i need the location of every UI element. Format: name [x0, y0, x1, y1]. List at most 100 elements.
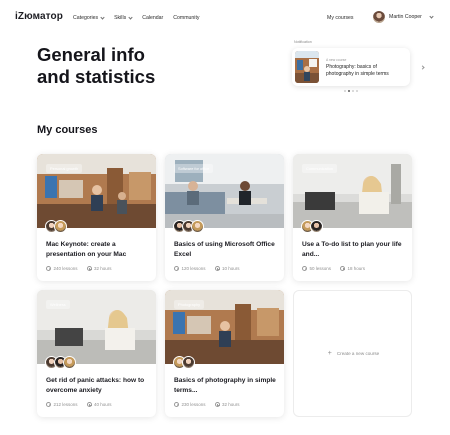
- lessons-text: 212 lessons: [53, 402, 78, 407]
- create-course-card[interactable]: + Create a new course: [293, 290, 412, 417]
- hours-count: 32 hours: [86, 266, 112, 271]
- play-icon: [46, 266, 51, 271]
- author-avatars: [45, 356, 76, 369]
- avatar: [63, 356, 76, 369]
- author-avatars: [301, 220, 323, 233]
- section-title: My courses: [37, 124, 98, 136]
- carousel-dot[interactable]: [356, 90, 358, 92]
- clock-icon: [340, 266, 346, 271]
- lessons-count: 240 lessons: [46, 266, 78, 271]
- user-menu[interactable]: Martin Cooper: [373, 11, 434, 23]
- avatar: [373, 11, 385, 23]
- chevron-down-icon: [100, 15, 105, 20]
- course-card[interactable]: Wellness Get rid of panic attacks: how t…: [37, 290, 156, 417]
- notification-subtitle: A new course: [326, 58, 347, 62]
- my-courses-link[interactable]: My courses: [327, 15, 354, 21]
- play-icon: [174, 402, 179, 407]
- menu-skills-label: Skills: [114, 15, 127, 21]
- hours-text: 18 hours: [347, 266, 366, 271]
- carousel-dot[interactable]: [344, 90, 346, 92]
- lessons-count: 120 lessons: [174, 266, 206, 271]
- course-image: Communication: [293, 154, 412, 228]
- course-image: Photography: [165, 290, 284, 364]
- clock-icon: [86, 402, 92, 407]
- clock-icon: [86, 266, 92, 271]
- course-card[interactable]: Software for office Basics of using Micr…: [165, 154, 284, 281]
- course-title[interactable]: Get rid of panic attacks: how to overcom…: [46, 376, 150, 395]
- avatar: [182, 356, 195, 369]
- course-title[interactable]: Basics of using Microsoft Office Excel: [174, 240, 278, 259]
- carousel-dots: [344, 90, 358, 92]
- logo[interactable]: iZюматор: [15, 11, 63, 22]
- course-title[interactable]: Basics of photography in simple terms...: [174, 376, 278, 395]
- lessons-count: 230 lessons: [174, 402, 206, 407]
- notification-thumbnail: [295, 51, 319, 83]
- menu-categories-label: Categories: [73, 15, 99, 21]
- menu-skills[interactable]: Skills: [114, 15, 133, 21]
- course-image: Wellness: [37, 290, 156, 364]
- create-course-label: Create a new course: [336, 351, 380, 356]
- hours-count: 10 hours: [214, 266, 240, 271]
- course-meta: 50 lessons 18 hours: [302, 266, 365, 271]
- create-course-button[interactable]: + Create a new course: [294, 350, 413, 357]
- notification-label: Notification: [294, 40, 312, 44]
- play-icon: [46, 402, 51, 407]
- menu-categories[interactable]: Categories: [73, 15, 105, 21]
- course-image: Software for office: [165, 154, 284, 228]
- lessons-count: 50 lessons: [302, 266, 331, 271]
- lessons-text: 240 lessons: [53, 266, 78, 271]
- course-card[interactable]: Personal growth Mac Keynote: create a pr…: [37, 154, 156, 281]
- avatar: [191, 220, 204, 233]
- course-card[interactable]: Photography Basics of photography in sim…: [165, 290, 284, 417]
- play-icon: [174, 266, 179, 271]
- menu-calendar-label: Calendar: [142, 15, 164, 21]
- author-avatars: [45, 220, 67, 233]
- course-meta: 240 lessons 32 hours: [46, 266, 112, 271]
- page-title: General info and statistics: [37, 44, 155, 88]
- notification-text: Photography: basics of photography in si…: [326, 64, 389, 77]
- page-title-line2: and statistics: [37, 66, 156, 87]
- avatar: [54, 220, 67, 233]
- author-avatars: [173, 356, 195, 369]
- category-tag: Communication: [302, 164, 338, 173]
- course-title[interactable]: Mac Keynote: create a presentation on yo…: [46, 240, 150, 259]
- play-icon: [302, 266, 307, 271]
- menu-community[interactable]: Community: [173, 15, 199, 21]
- page-title-line1: General info: [37, 44, 145, 65]
- lessons-text: 230 lessons: [181, 402, 206, 407]
- lessons-count: 212 lessons: [46, 402, 78, 407]
- category-tag: Personal growth: [46, 164, 83, 173]
- hours-count: 32 hours: [214, 402, 240, 407]
- main-menu: Categories Skills Calendar Community: [73, 15, 200, 21]
- menu-community-label: Community: [173, 15, 200, 21]
- carousel-dot-active[interactable]: [348, 90, 350, 92]
- avatar: [310, 220, 323, 233]
- course-meta: 212 lessons 40 hours: [46, 402, 112, 407]
- chevron-down-icon: [429, 14, 434, 19]
- top-navigation: iZюматор Categories Skills Calendar Comm…: [0, 0, 450, 36]
- menu-calendar[interactable]: Calendar: [142, 15, 163, 21]
- category-tag: Photography: [174, 300, 205, 309]
- lessons-text: 50 lessons: [309, 266, 332, 271]
- clock-icon: [214, 402, 220, 407]
- user-name: Martin Cooper: [389, 14, 422, 20]
- course-image: Personal growth: [37, 154, 156, 228]
- course-meta: 230 lessons 32 hours: [174, 402, 240, 407]
- clock-icon: [214, 266, 220, 271]
- hours-text: 32 hours: [94, 266, 112, 271]
- chevron-right-icon[interactable]: [420, 65, 425, 70]
- course-card[interactable]: Communication Use a To-do list to plan y…: [293, 154, 412, 281]
- hours-count: 40 hours: [86, 402, 112, 407]
- lessons-text: 120 lessons: [181, 266, 206, 271]
- chevron-down-icon: [128, 15, 133, 20]
- course-title[interactable]: Use a To-do list to plan your life and..…: [302, 240, 406, 259]
- notification-card[interactable]: A new course Photography: basics of phot…: [292, 48, 410, 86]
- category-tag: Software for office: [174, 164, 214, 173]
- carousel-dot[interactable]: [352, 90, 354, 92]
- plus-icon: +: [327, 350, 332, 357]
- hours-text: 32 hours: [222, 402, 240, 407]
- course-meta: 120 lessons 10 hours: [174, 266, 240, 271]
- category-tag: Wellness: [46, 300, 70, 309]
- author-avatars: [173, 220, 204, 233]
- hours-text: 10 hours: [222, 266, 240, 271]
